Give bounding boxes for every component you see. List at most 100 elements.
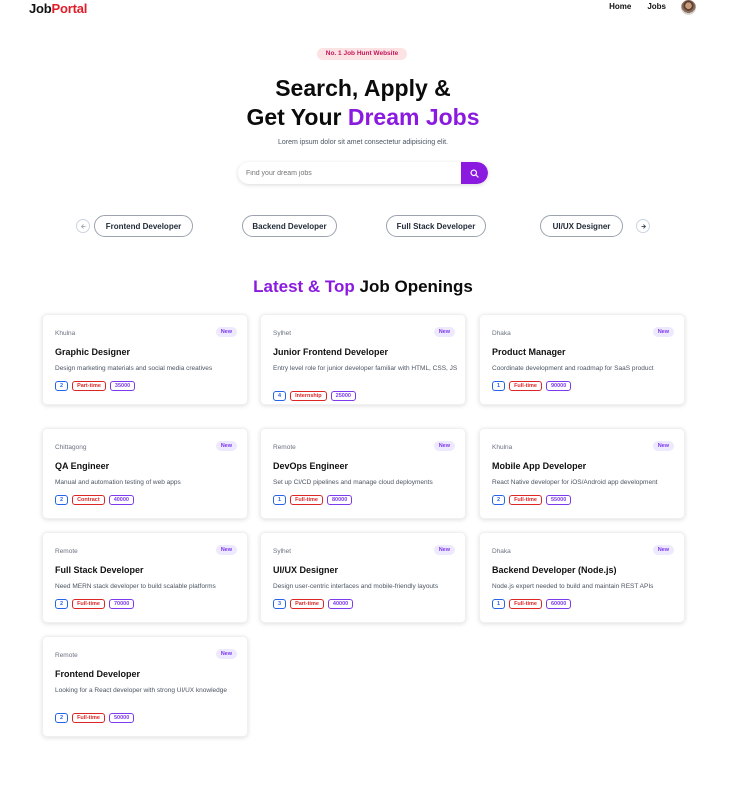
hero-title: Search, Apply & Get Your Dream Jobs — [0, 74, 726, 132]
hero-title-line2: Get Your Dream Jobs — [0, 103, 726, 132]
search-icon — [470, 168, 479, 178]
job-tags: 2 Part-time 35000 — [55, 381, 136, 391]
job-card[interactable]: Remote New DevOps Engineer Set up CI/CD pip… — [260, 428, 466, 519]
job-type-tag: Full-time — [72, 713, 105, 723]
job-type-tag: Full-time — [509, 381, 542, 391]
positions-tag: 2 — [492, 495, 506, 505]
hero-title-line1: Search, Apply & — [275, 75, 451, 101]
job-location: Chittagong — [55, 444, 87, 451]
job-location: Sylhet — [273, 548, 292, 555]
job-title: Backend Developer (Node.js) — [492, 565, 617, 575]
job-card[interactable]: Chittagong New QA Engineer Manual and autom… — [42, 428, 248, 519]
category-chip-backend[interactable]: Backend Developer — [242, 215, 337, 237]
new-badge: New — [652, 545, 674, 555]
salary-tag: 25000 — [330, 391, 356, 401]
job-card[interactable]: Remote New Full Stack Developer Need MERN s… — [42, 532, 248, 623]
logo-text-accent: Portal — [51, 1, 88, 16]
job-location: Remote — [55, 548, 78, 555]
job-tags: 2 Full-time 70000 — [55, 599, 135, 609]
job-location: Dhaka — [492, 330, 511, 337]
job-description: Need MERN stack developer to build scala… — [55, 583, 216, 590]
job-description: Manual and automation testing of web app… — [55, 479, 181, 486]
salary-tag: 35000 — [109, 381, 136, 391]
hero-subtitle: Lorem ipsum dolor sit amet consectetur a… — [277, 139, 449, 146]
salary-tag: 40000 — [327, 599, 354, 609]
job-location: Remote — [273, 444, 296, 451]
job-card[interactable]: Sylhet New Junior Frontend Developer Entry … — [260, 314, 466, 405]
hero-title-prefix: Get Your — [246, 104, 348, 130]
job-card[interactable]: Khulna New Mobile App Developer React Nativ… — [479, 428, 685, 519]
new-badge: New — [215, 327, 237, 337]
job-title: UI/UX Designer — [273, 565, 339, 575]
job-location: Dhaka — [492, 548, 511, 555]
job-tags: 4 Internship 25000 — [273, 391, 356, 401]
nav-link-jobs[interactable]: Jobs — [647, 2, 666, 11]
search-bar — [238, 162, 488, 184]
hero-badge: No. 1 Job Hunt Website — [317, 48, 407, 60]
carousel-prev-button[interactable] — [76, 219, 90, 233]
avatar[interactable] — [681, 0, 696, 15]
job-description: Design marketing materials and social me… — [55, 365, 213, 372]
salary-tag: 55000 — [545, 495, 572, 505]
new-badge: New — [433, 441, 455, 451]
new-badge: New — [652, 441, 674, 451]
chevron-right-icon — [640, 223, 646, 229]
job-card[interactable]: Remote New Frontend Developer Looking for a… — [42, 636, 248, 737]
job-tags: 1 Full-time 80000 — [273, 495, 353, 505]
job-card[interactable]: Dhaka New Backend Developer (Node.js) Node.… — [479, 532, 685, 623]
carousel-next-button[interactable] — [636, 219, 650, 233]
job-type-tag: Full-time — [290, 495, 323, 505]
new-badge: New — [433, 327, 455, 337]
job-description: Design user-centric interfaces and mobil… — [273, 583, 439, 590]
section-title-highlight: Latest & Top — [253, 277, 355, 296]
category-chip-uiux[interactable]: UI/UX Designer — [540, 215, 623, 237]
job-tags: 2 Full-time 55000 — [492, 495, 572, 505]
positions-tag: 1 — [492, 599, 506, 609]
job-tags: 1 Full-time 60000 — [492, 599, 572, 609]
job-tags: 2 Full-time 50000 — [55, 713, 135, 723]
job-location: Khulna — [492, 444, 513, 451]
job-type-tag: Part-time — [290, 599, 324, 609]
new-badge: New — [215, 649, 237, 659]
search-button[interactable] — [461, 162, 488, 184]
positions-tag: 3 — [273, 599, 287, 609]
new-badge: New — [652, 327, 674, 337]
job-tags: 3 Part-time 40000 — [273, 599, 354, 609]
job-card[interactable]: Khulna New Graphic Designer Design marketin… — [42, 314, 248, 405]
category-chip-frontend[interactable]: Frontend Developer — [94, 215, 193, 237]
job-card[interactable]: Sylhet New UI/UX Designer Design user-centr… — [260, 532, 466, 623]
job-type-tag: Internship — [290, 391, 327, 401]
salary-tag: 90000 — [545, 381, 572, 391]
job-title: Graphic Designer — [55, 347, 131, 357]
positions-tag: 1 — [492, 381, 506, 391]
job-description: Coordinate development and roadmap for S… — [492, 365, 654, 372]
job-location: Remote — [55, 652, 78, 659]
category-chip-fullstack[interactable]: Full Stack Developer — [386, 215, 486, 237]
job-location: Sylhet — [273, 330, 292, 337]
chevron-left-icon — [80, 223, 86, 229]
search-input[interactable] — [238, 162, 461, 184]
salary-tag: 70000 — [108, 599, 135, 609]
logo[interactable]: JobPortal — [29, 1, 87, 16]
job-location: Khulna — [55, 330, 76, 337]
positions-tag: 4 — [273, 391, 287, 401]
logo-text-main: Job — [29, 1, 52, 16]
positions-tag: 2 — [55, 599, 69, 609]
salary-tag: 40000 — [108, 495, 134, 505]
job-tags: 1 Full-time 90000 — [492, 381, 572, 391]
nav-link-home[interactable]: Home — [609, 2, 631, 11]
job-description: Entry level role for junior developer fa… — [273, 365, 458, 372]
job-description: Node.js expert needed to build and maint… — [492, 583, 654, 590]
job-title: DevOps Engineer — [273, 461, 349, 471]
job-title: Mobile App Developer — [492, 461, 587, 471]
job-card[interactable]: Dhaka New Product Manager Coordinate develo… — [479, 314, 685, 405]
positions-tag: 1 — [273, 495, 287, 505]
salary-tag: 80000 — [326, 495, 353, 505]
job-title: QA Engineer — [55, 461, 110, 471]
job-title: Product Manager — [492, 347, 566, 357]
job-type-tag: Full-time — [72, 599, 105, 609]
job-title: Junior Frontend Developer — [273, 347, 389, 357]
job-type-tag: Full-time — [509, 599, 542, 609]
job-tags: 2 Contract 40000 — [55, 495, 134, 505]
positions-tag: 2 — [55, 713, 69, 723]
